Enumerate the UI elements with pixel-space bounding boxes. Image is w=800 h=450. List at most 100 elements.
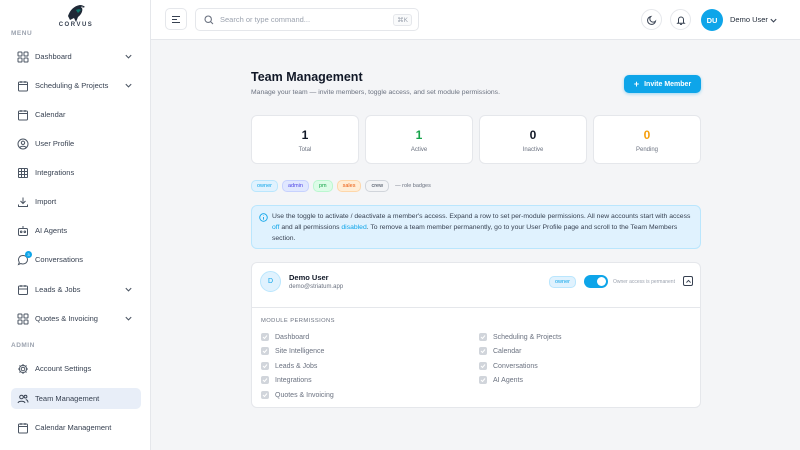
bell-icon: [675, 16, 686, 25]
user-avatar[interactable]: DU: [701, 9, 723, 31]
topbar: ⌘K DU Demo User: [151, 0, 800, 40]
checkbox[interactable]: [479, 333, 487, 341]
sidebar-item-label: Account Settings: [35, 364, 92, 373]
sidebar-item-calendar[interactable]: Calendar: [11, 104, 141, 125]
member-access-toggle[interactable]: [584, 275, 608, 288]
check-icon: [262, 335, 268, 340]
sidebar-item-leads-jobs[interactable]: Leads & Jobs: [11, 279, 141, 300]
download-icon: [17, 196, 29, 208]
bot-icon: [17, 225, 29, 237]
permission-scheduling-projects[interactable]: Scheduling & Projects: [479, 333, 561, 341]
permission-label: Quotes & Invoicing: [275, 391, 334, 399]
sidebar-item-integrations[interactable]: Integrations: [11, 162, 141, 183]
sidebar-item-account-settings[interactable]: Account Settings: [11, 358, 141, 379]
stat-value: 1: [415, 128, 423, 142]
checkbox[interactable]: [261, 391, 269, 399]
sidebar-item-quotes-invoicing[interactable]: Quotes & Invoicing: [11, 308, 141, 329]
role-badge-admin: admin: [281, 180, 309, 192]
moon-icon: [646, 15, 656, 25]
checkbox[interactable]: [261, 347, 269, 355]
checkbox[interactable]: [479, 376, 487, 384]
raven-logo-icon: [68, 5, 85, 22]
page-title: Team Management: [251, 70, 363, 84]
chevron-down-icon[interactable]: [769, 16, 778, 25]
sidebar-item-calendar-management[interactable]: Calendar Management: [11, 417, 141, 438]
check-icon: [262, 364, 268, 369]
checkbox[interactable]: [479, 347, 487, 355]
role-badges-legend: owner admin pm sales crew — role badges: [251, 180, 431, 192]
sidebar-item-scheduling-projects[interactable]: Scheduling & Projects: [11, 75, 141, 96]
chevron-down-icon[interactable]: [124, 81, 133, 90]
member-row[interactable]: D Demo User demo@striatum.app owner Owne…: [252, 263, 700, 308]
chevron-down-icon[interactable]: [124, 285, 133, 294]
collapse-row-button[interactable]: [683, 276, 693, 286]
module-permissions-label: MODULE PERMISSIONS: [261, 318, 335, 324]
search-bar[interactable]: ⌘K: [195, 8, 419, 31]
search-input[interactable]: [220, 15, 380, 24]
checkbox[interactable]: [261, 376, 269, 384]
permission-label: Calendar: [493, 347, 522, 355]
member-name: Demo User: [289, 273, 329, 282]
layers-icon: [17, 284, 29, 296]
permission-calendar[interactable]: Calendar: [479, 347, 521, 355]
permission-integrations[interactable]: Integrations: [261, 376, 312, 384]
sidebar-item-team-management[interactable]: Team Management: [11, 388, 141, 409]
check-icon: [262, 393, 268, 398]
role-badges-note: — role badges: [395, 183, 431, 189]
sidebar-item-dashboard[interactable]: Dashboard: [11, 46, 141, 67]
calendar-icon: [17, 109, 29, 121]
invite-member-button[interactable]: + Invite Member: [624, 75, 701, 93]
sidebar-item-label: AI Agents: [35, 226, 68, 235]
stat-card-pending: 0 Pending: [593, 115, 701, 164]
calendar-icon: [17, 80, 29, 92]
check-icon: [480, 349, 486, 354]
grid-icon: [17, 51, 29, 63]
stat-card-inactive: 0 Inactive: [479, 115, 587, 164]
search-shortcut: ⌘K: [393, 14, 412, 26]
permission-dashboard[interactable]: Dashboard: [261, 333, 309, 341]
stat-label: Total: [298, 147, 312, 153]
permission-label: Leads & Jobs: [275, 362, 318, 370]
sidebar: CORVUS MENU Dashboard Scheduling & Proje…: [0, 0, 151, 450]
permission-leads-jobs[interactable]: Leads & Jobs: [261, 362, 317, 370]
user-name[interactable]: Demo User: [730, 15, 768, 24]
theme-toggle-button[interactable]: [641, 9, 662, 30]
info-banner: Use the toggle to activate / deactivate …: [251, 205, 701, 249]
permission-conversations[interactable]: Conversations: [479, 362, 538, 370]
checkbox[interactable]: [261, 362, 269, 370]
sidebar-toggle-button[interactable]: [165, 8, 187, 30]
permission-quotes-invoicing[interactable]: Quotes & Invoicing: [261, 391, 334, 399]
sidebar-item-import[interactable]: Import: [11, 191, 141, 212]
section-admin-label: ADMIN: [11, 342, 35, 349]
member-access-note: Owner access is permanent: [613, 279, 675, 285]
sidebar-item-label: User Profile: [35, 139, 75, 148]
chevron-down-icon[interactable]: [124, 52, 133, 61]
checkbox[interactable]: [261, 333, 269, 341]
role-badge-sales: sales: [336, 180, 362, 192]
member-email: demo@striatum.app: [289, 284, 344, 290]
sidebar-item-label: Integrations: [35, 168, 75, 177]
role-badge-crew: crew: [365, 180, 390, 192]
checkbox[interactable]: [479, 362, 487, 370]
sidebar-item-conversations[interactable]: 3 Conversations: [11, 249, 141, 270]
sidebar-item-label: Conversations: [35, 255, 83, 264]
user-circle-icon: [17, 138, 29, 150]
stat-label: Active: [410, 147, 428, 153]
table-icon: [17, 167, 29, 179]
grid-icon: [17, 313, 29, 325]
sidebar-item-user-profile[interactable]: User Profile: [11, 133, 141, 154]
permission-ai-agents[interactable]: AI Agents: [479, 376, 523, 384]
check-icon: [480, 364, 486, 369]
permission-label: Dashboard: [275, 333, 310, 341]
notifications-button[interactable]: [670, 9, 691, 30]
member-card: D Demo User demo@striatum.app owner Owne…: [251, 262, 701, 408]
sidebar-item-label: Calendar Management: [35, 423, 112, 432]
chevron-down-icon[interactable]: [124, 314, 133, 323]
permission-label: Integrations: [275, 376, 312, 384]
sidebar-item-ai-agents[interactable]: AI Agents: [11, 220, 141, 241]
permission-site-intelligence[interactable]: Site Intelligence: [261, 347, 324, 355]
stat-label: Pending: [635, 147, 659, 153]
permission-label: Conversations: [493, 362, 538, 370]
section-menu-label: MENU: [11, 30, 33, 37]
brand-logo[interactable]: CORVUS: [52, 2, 100, 32]
